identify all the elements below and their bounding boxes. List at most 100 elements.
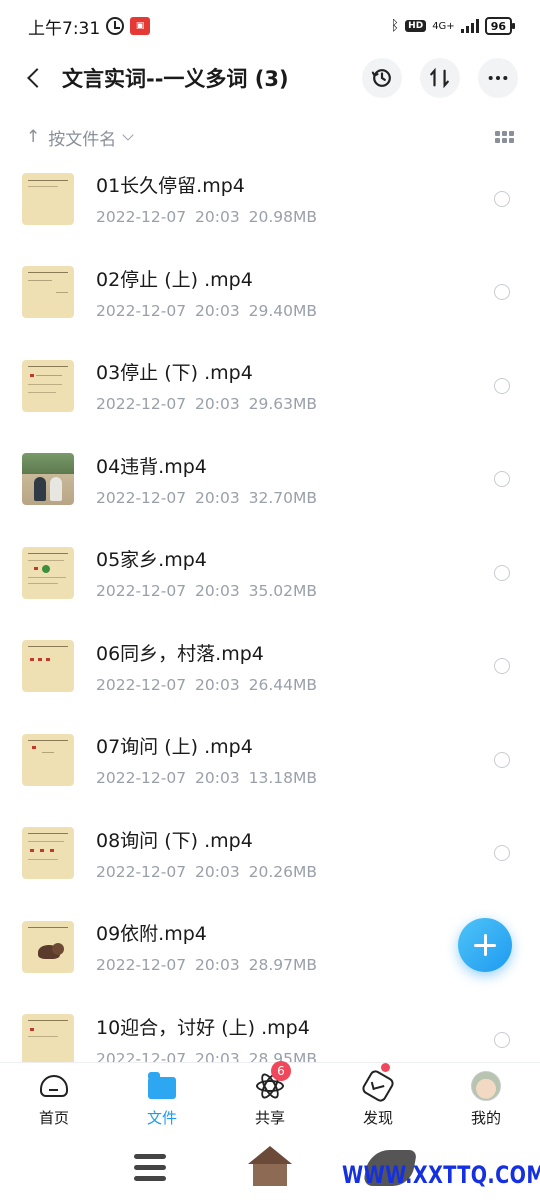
- nav-item-me[interactable]: 我的: [432, 1063, 540, 1136]
- nav-item-discover[interactable]: 发现: [324, 1063, 432, 1136]
- file-info: 06同乡，村落.mp4 2022-12-07 20:03 26.44MB: [96, 639, 317, 694]
- select-radio[interactable]: [494, 284, 510, 301]
- video-thumbnail: [22, 733, 74, 786]
- select-radio[interactable]: [494, 564, 510, 581]
- list-item[interactable]: 05家乡.mp4 2022-12-07 20:03 35.02MB: [0, 526, 540, 620]
- nav-label: 发现: [362, 1109, 393, 1127]
- video-thumbnail: [22, 640, 74, 693]
- history-button[interactable]: [362, 58, 402, 98]
- file-date: 2022-12-07: [96, 769, 187, 788]
- chevron-down-icon[interactable]: [122, 128, 134, 141]
- file-info: 01长久停留.mp4 2022-12-07 20:03 20.98MB: [96, 171, 317, 226]
- sort-order-button[interactable]: [420, 58, 460, 98]
- sort-label[interactable]: 按文件名: [48, 125, 116, 150]
- select-radio[interactable]: [494, 1032, 510, 1049]
- nav-icon-wrap: 6: [255, 1061, 291, 1102]
- file-time: 20:03: [195, 769, 240, 788]
- home-icon: [40, 1075, 68, 1097]
- page-title: 文言实词--一义多词 (3): [62, 67, 289, 91]
- menu-lines-icon[interactable]: [134, 1152, 166, 1184]
- file-meta: 2022-12-07 20:03 26.44MB: [96, 676, 317, 694]
- select-radio[interactable]: [494, 377, 510, 394]
- file-meta: 2022-12-07 20:03 20.98MB: [96, 208, 317, 226]
- nav-icon-wrap: [147, 1071, 177, 1101]
- select-radio[interactable]: [494, 751, 510, 768]
- video-thumbnail: [22, 920, 74, 973]
- status-bar: 上午7:31 ▣ ᛒ HD 4G+ 96: [0, 0, 540, 52]
- cube-icon: [360, 1068, 396, 1104]
- list-item[interactable]: 10迎合，讨好 (上) .mp4 2022-12-07 20:03 28.95M…: [0, 994, 540, 1062]
- select-radio[interactable]: [494, 190, 510, 207]
- video-thumbnail: [22, 359, 74, 412]
- back-icon[interactable]: [22, 66, 46, 90]
- app-notification-icon: ▣: [130, 17, 151, 35]
- list-item[interactable]: 04违背.mp4 2022-12-07 20:03 32.70MB: [0, 433, 540, 527]
- video-thumbnail: [22, 1014, 74, 1062]
- file-size: 28.95MB: [248, 1049, 318, 1062]
- file-size: 28.97MB: [248, 956, 318, 975]
- nav-icon-wrap: [39, 1071, 69, 1101]
- file-name: 04违背.mp4: [96, 455, 207, 478]
- file-meta: 2022-12-07 20:03 32.70MB: [96, 489, 317, 507]
- select-radio[interactable]: [494, 471, 510, 488]
- video-thumbnail: [22, 266, 74, 319]
- nav-item-files[interactable]: 文件: [108, 1063, 216, 1136]
- file-size: 26.44MB: [248, 675, 318, 694]
- file-date: 2022-12-07: [96, 301, 187, 320]
- sort-arrows-icon: [430, 67, 449, 89]
- nav-label: 共享: [254, 1109, 285, 1127]
- grid-view-icon[interactable]: [495, 131, 514, 143]
- video-thumbnail: [22, 546, 74, 599]
- nav-item-home[interactable]: 首页: [0, 1063, 108, 1136]
- folder-icon: [148, 1071, 176, 1099]
- select-radio[interactable]: [494, 845, 510, 862]
- nav-icon-wrap: [360, 1063, 396, 1104]
- list-item[interactable]: 01长久停留.mp4 2022-12-07 20:03 20.98MB: [0, 152, 540, 246]
- file-name: 09依附.mp4: [96, 923, 207, 946]
- file-name: 07询问 (上) .mp4: [96, 736, 253, 759]
- file-time: 20:03: [195, 1049, 240, 1062]
- file-meta: 2022-12-07 20:03 29.63MB: [96, 395, 317, 413]
- sort-up-arrow-icon[interactable]: ↑: [26, 127, 40, 147]
- file-info: 09依附.mp4 2022-12-07 20:03 28.97MB: [96, 919, 317, 974]
- file-meta: 2022-12-07 20:03 20.26MB: [96, 863, 317, 881]
- house-icon[interactable]: [248, 1146, 292, 1186]
- red-dot-indicator: [381, 1063, 390, 1072]
- file-size: 29.40MB: [248, 301, 318, 320]
- battery-icon: 96: [484, 17, 516, 35]
- file-time: 20:03: [195, 956, 240, 975]
- list-item[interactable]: 08询问 (下) .mp4 2022-12-07 20:03 20.26MB: [0, 807, 540, 901]
- file-date: 2022-12-07: [96, 208, 187, 227]
- alarm-icon: [106, 17, 125, 35]
- file-time: 20:03: [195, 301, 240, 320]
- file-date: 2022-12-07: [96, 1049, 187, 1062]
- file-size: 20.98MB: [248, 208, 318, 227]
- list-item[interactable]: 06同乡，村落.mp4 2022-12-07 20:03 26.44MB: [0, 620, 540, 714]
- list-item[interactable]: 03停止 (下) .mp4 2022-12-07 20:03 29.63MB: [0, 339, 540, 433]
- watermark: WWW.XXTTQ.COM: [342, 1161, 540, 1189]
- file-meta: 2022-12-07 20:03 35.02MB: [96, 582, 317, 600]
- list-item[interactable]: 02停止 (上) .mp4 2022-12-07 20:03 29.40MB: [0, 246, 540, 340]
- file-name: 03停止 (下) .mp4: [96, 362, 253, 385]
- status-left: 上午7:31 ▣: [28, 14, 151, 39]
- file-meta: 2022-12-07 20:03 29.40MB: [96, 302, 317, 320]
- file-time: 20:03: [195, 208, 240, 227]
- file-size: 32.70MB: [248, 488, 318, 507]
- nav-label: 文件: [146, 1109, 177, 1127]
- nav-item-share[interactable]: 6 共享: [216, 1061, 324, 1136]
- file-name: 01长久停留.mp4: [96, 175, 245, 198]
- add-button[interactable]: [458, 918, 512, 972]
- list-item[interactable]: 07询问 (上) .mp4 2022-12-07 20:03 13.18MB: [0, 713, 540, 807]
- file-date: 2022-12-07: [96, 395, 187, 414]
- select-radio[interactable]: [494, 658, 510, 675]
- file-name: 10迎合，讨好 (上) .mp4: [96, 1016, 310, 1039]
- status-time: 上午7:31: [28, 18, 101, 39]
- file-meta: 2022-12-07 20:03 13.18MB: [96, 769, 317, 787]
- nav-label: 我的: [470, 1109, 501, 1127]
- file-meta: 2022-12-07 20:03 28.95MB: [96, 1050, 317, 1062]
- file-list: 01长久停留.mp4 2022-12-07 20:03 20.98MB 02停止…: [0, 152, 540, 1062]
- file-meta: 2022-12-07 20:03 28.97MB: [96, 956, 317, 974]
- more-button[interactable]: [478, 58, 518, 98]
- history-icon: [371, 69, 391, 87]
- file-size: 13.18MB: [248, 769, 318, 788]
